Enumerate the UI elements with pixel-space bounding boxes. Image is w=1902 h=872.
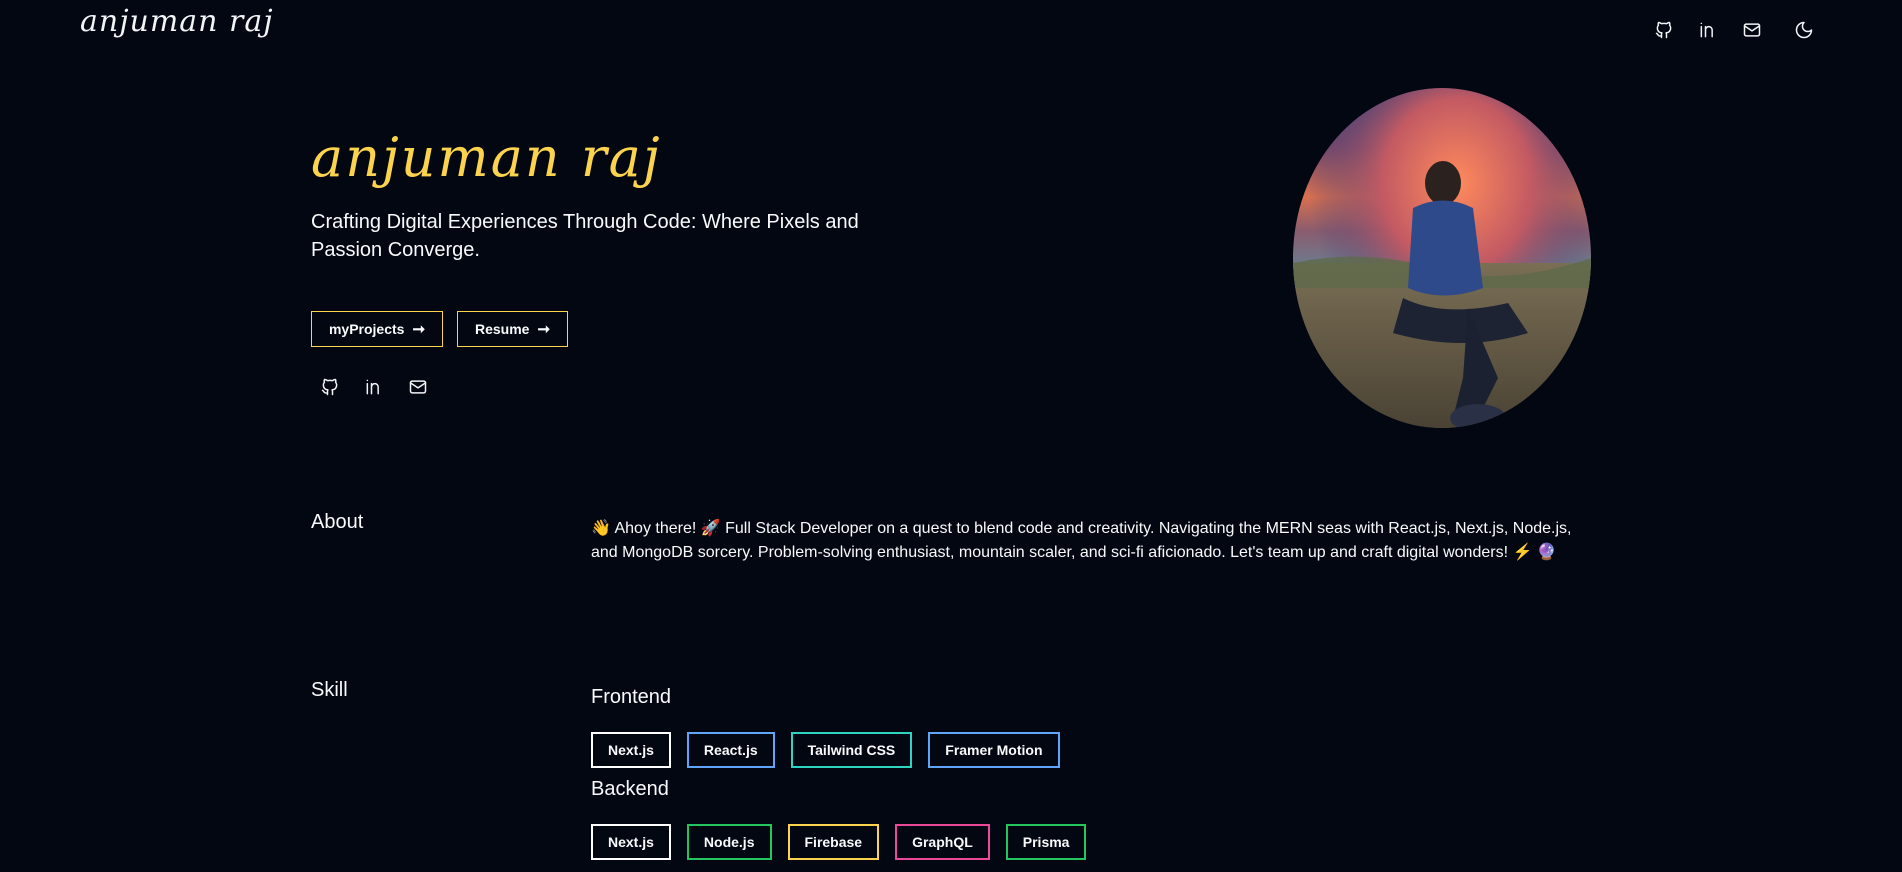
hero-social-links xyxy=(318,375,450,399)
github-icon[interactable] xyxy=(318,375,342,399)
github-icon[interactable] xyxy=(1652,18,1676,42)
about-text: 👋 Ahoy there! 🚀 Full Stack Developer on … xyxy=(591,520,1572,561)
linkedin-icon[interactable] xyxy=(1696,18,1720,42)
about-heading: About xyxy=(311,511,364,533)
top-navbar: anjuman raj xyxy=(0,0,1902,60)
nav-icon-group xyxy=(1652,18,1816,42)
skill-chip: Next.js xyxy=(591,824,671,860)
skill-chip: GraphQL xyxy=(895,824,990,860)
arrow-right-icon: ➞ xyxy=(412,321,426,338)
mail-icon[interactable] xyxy=(1740,18,1764,42)
hero-name: anjuman raj xyxy=(311,126,662,189)
site-logo[interactable]: anjuman raj xyxy=(80,4,274,39)
my-projects-button[interactable]: myProjects ➞ xyxy=(311,311,443,347)
frontend-skill-list: Next.js React.js Tailwind CSS Framer Mot… xyxy=(591,732,1076,768)
mail-icon[interactable] xyxy=(406,375,430,399)
skill-chip: Framer Motion xyxy=(928,732,1060,768)
profile-photo xyxy=(1293,88,1591,428)
skill-heading: Skill xyxy=(311,679,348,701)
backend-skill-list: Next.js Node.js Firebase GraphQL Prisma xyxy=(591,824,1102,860)
frontend-heading: Frontend xyxy=(591,686,672,708)
backend-heading: Backend xyxy=(591,778,669,800)
skill-chip: Tailwind CSS xyxy=(790,732,913,768)
my-projects-label: myProjects xyxy=(328,321,405,337)
hero-tagline: Crafting Digital Experiences Through Cod… xyxy=(311,211,859,261)
skill-chip: Next.js xyxy=(591,732,671,768)
skill-chip: Firebase xyxy=(787,824,880,860)
arrow-right-icon: ➞ xyxy=(537,321,551,338)
skill-chip: Prisma xyxy=(1005,824,1087,860)
resume-button[interactable]: Resume ➞ xyxy=(457,311,568,347)
skill-chip: Node.js xyxy=(686,824,772,860)
moon-icon[interactable] xyxy=(1792,18,1816,42)
resume-label: Resume xyxy=(474,321,530,337)
skill-chip: React.js xyxy=(686,732,775,768)
linkedin-icon[interactable] xyxy=(362,375,386,399)
